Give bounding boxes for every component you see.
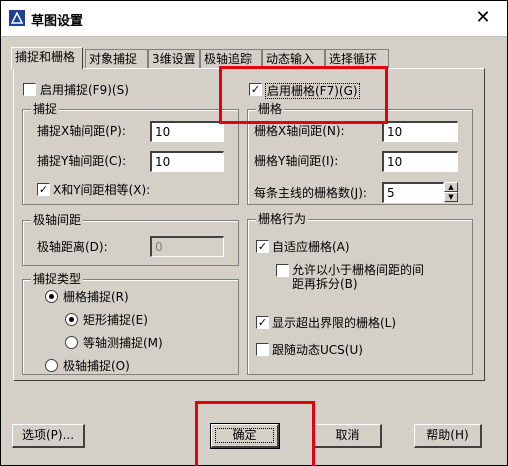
adaptive-grid-label: 自适应栅格(A)	[272, 240, 350, 254]
major-line-input[interactable]: 5	[382, 182, 444, 203]
enable-snap-label: 启用捕捉(F9)(S)	[40, 83, 129, 97]
help-button[interactable]: 帮助(H)	[414, 424, 482, 448]
iso-snap-radio[interactable]	[65, 336, 78, 349]
snap-x-label: 捕捉X轴间距(P):	[37, 124, 126, 138]
tab-object-snap[interactable]: 对象捕捉	[85, 49, 148, 68]
snap-x-input[interactable]: 10	[150, 121, 224, 142]
polar-group-title: 极轴间距	[31, 213, 84, 227]
snap-spacing-group: 捕捉 捕捉X轴间距(P): 10 捕捉Y轴间距(C): 10 ✓ X和Y间距相等…	[22, 102, 239, 205]
follow-ucs-checkbox[interactable]	[256, 343, 269, 356]
cancel-button[interactable]: 取消	[314, 424, 382, 448]
polar-distance-label: 极轴距离(D):	[37, 240, 108, 254]
adaptive-grid-checkbox[interactable]: ✓	[256, 240, 269, 253]
spin-up-icon[interactable]: ▲	[444, 182, 458, 192]
grid-snap-radio[interactable]	[45, 290, 58, 303]
grid-behavior-title: 栅格行为	[256, 212, 309, 226]
polar-spacing-group: 极轴间距 极轴距离(D): 0	[22, 213, 239, 266]
major-line-label: 每条主线的栅格数(J):	[254, 186, 367, 200]
polar-distance-input[interactable]: 0	[150, 236, 224, 257]
tab-dynamic-input[interactable]: 动态输入	[262, 49, 325, 68]
options-button[interactable]: 选项(P)...	[12, 424, 85, 448]
snap-y-label: 捕捉Y轴间距(C):	[37, 154, 127, 168]
beyond-limits-label: 显示超出界限的栅格(L)	[272, 316, 397, 330]
major-line-spinner[interactable]: ▲ ▼	[444, 182, 458, 203]
grid-x-label: 栅格X轴间距(N):	[254, 124, 345, 138]
grid-x-input[interactable]: 10	[382, 121, 458, 142]
snap-grid-panel: 启用捕捉(F9)(S) 捕捉 捕捉X轴间距(P): 10 捕捉Y轴间距(C): …	[13, 68, 485, 381]
enable-grid-label: 启用栅格(F7)(G)	[265, 83, 360, 99]
tab-selection-cycling[interactable]: 选择循环	[325, 49, 389, 68]
equal-spacing-label: X和Y间距相等(X):	[53, 183, 151, 197]
dialog-title: 草图设置	[31, 14, 84, 29]
grid-snap-label: 栅格捕捉(R)	[63, 290, 129, 304]
spin-down-icon[interactable]: ▼	[444, 192, 458, 202]
grid-spacing-group: 栅格 栅格X轴间距(N): 10 栅格Y轴间距(I): 10 每条主线的栅格数(…	[247, 102, 473, 205]
polar-snap-radio[interactable]	[45, 359, 58, 372]
sketch-settings-dialog: 草图设置 ✕ 捕捉和栅格 对象捕捉 3维设置 极轴追踪 动态输入 选择循环 启用…	[0, 0, 508, 466]
subdivide-label-line2: 距再拆分(B)	[292, 277, 358, 291]
rect-snap-radio[interactable]	[65, 313, 78, 326]
tab-polar-tracking[interactable]: 极轴追踪	[200, 49, 262, 68]
close-icon[interactable]: ✕	[473, 7, 493, 29]
subdivide-label-line1: 允许以小于栅格间距的间	[292, 263, 425, 277]
grid-group-title: 栅格	[256, 102, 285, 116]
equal-spacing-checkbox[interactable]: ✓	[37, 183, 50, 196]
grid-y-label: 栅格Y轴间距(I):	[254, 154, 339, 168]
beyond-limits-checkbox[interactable]: ✓	[256, 316, 269, 329]
iso-snap-label: 等轴测捕捉(M)	[83, 336, 163, 350]
enable-snap-checkbox[interactable]	[23, 83, 36, 96]
enable-grid-checkbox[interactable]: ✓	[249, 83, 262, 96]
snap-type-group: 捕捉类型 栅格捕捉(R) 矩形捕捉(E) 等轴测捕捉(M) 极轴捕捉(O)	[22, 272, 239, 375]
polar-snap-label: 极轴捕捉(O)	[63, 359, 130, 373]
snap-group-title: 捕捉	[31, 102, 60, 116]
subdivide-checkbox[interactable]	[276, 264, 289, 277]
cad-app-icon	[9, 10, 25, 26]
ok-button[interactable]: 确定	[210, 423, 280, 449]
snap-y-input[interactable]: 10	[150, 151, 224, 172]
rect-snap-label: 矩形捕捉(E)	[83, 313, 148, 327]
focus-rect	[215, 428, 274, 443]
follow-ucs-label: 跟随动态UCS(U)	[272, 343, 363, 357]
grid-behavior-group: 栅格行为 ✓ 自适应栅格(A) 允许以小于栅格间距的间 距再拆分(B) ✓ 显示…	[247, 212, 473, 375]
title-bar: 草图设置 ✕	[1, 1, 507, 37]
snap-type-title: 捕捉类型	[31, 272, 84, 286]
grid-y-input[interactable]: 10	[382, 151, 458, 172]
tab-3d-settings[interactable]: 3维设置	[148, 49, 200, 68]
tab-snap-grid[interactable]: 捕捉和栅格	[11, 47, 83, 69]
